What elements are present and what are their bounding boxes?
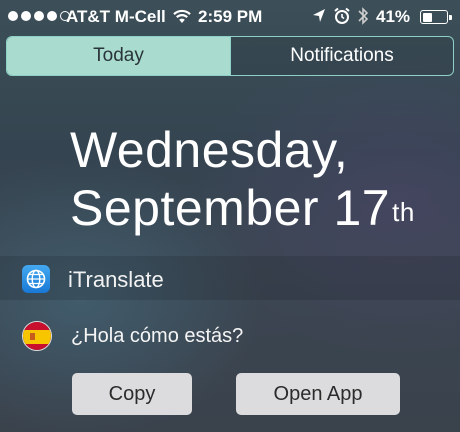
segmented-control: Today Notifications xyxy=(6,36,454,76)
globe-icon xyxy=(22,265,50,293)
wifi-icon xyxy=(172,8,192,29)
month-day-text: September 17 xyxy=(70,180,391,236)
clock-time: 2:59 PM xyxy=(198,7,263,26)
carrier-name: AT&T M-Cell xyxy=(66,7,166,26)
battery-percentage: 41% xyxy=(376,7,411,26)
copy-button[interactable]: Copy xyxy=(72,373,192,415)
ordinal-suffix: th xyxy=(392,197,415,227)
date-display: Wednesday, September 17th xyxy=(70,122,415,236)
month-day-label: September 17th xyxy=(70,180,415,236)
location-arrow-icon xyxy=(312,8,326,29)
signal-strength-icon xyxy=(8,11,70,21)
open-app-button[interactable]: Open App xyxy=(236,373,400,415)
weekday-label: Wednesday, xyxy=(70,122,349,178)
spain-flag-icon xyxy=(22,321,52,351)
widget-header[interactable]: iTranslate xyxy=(0,256,460,300)
status-bar: AT&T M-Cell 2:59 PM 41% xyxy=(0,0,460,34)
widget-title: iTranslate xyxy=(68,267,164,292)
bluetooth-icon xyxy=(357,6,369,31)
tab-notifications[interactable]: Notifications xyxy=(230,37,453,75)
tab-today[interactable]: Today xyxy=(7,37,230,75)
translated-phrase: ¿Hola cómo estás? xyxy=(71,325,244,347)
battery-level-fill xyxy=(422,12,432,22)
alarm-clock-icon xyxy=(333,7,351,30)
battery-icon xyxy=(420,10,452,24)
